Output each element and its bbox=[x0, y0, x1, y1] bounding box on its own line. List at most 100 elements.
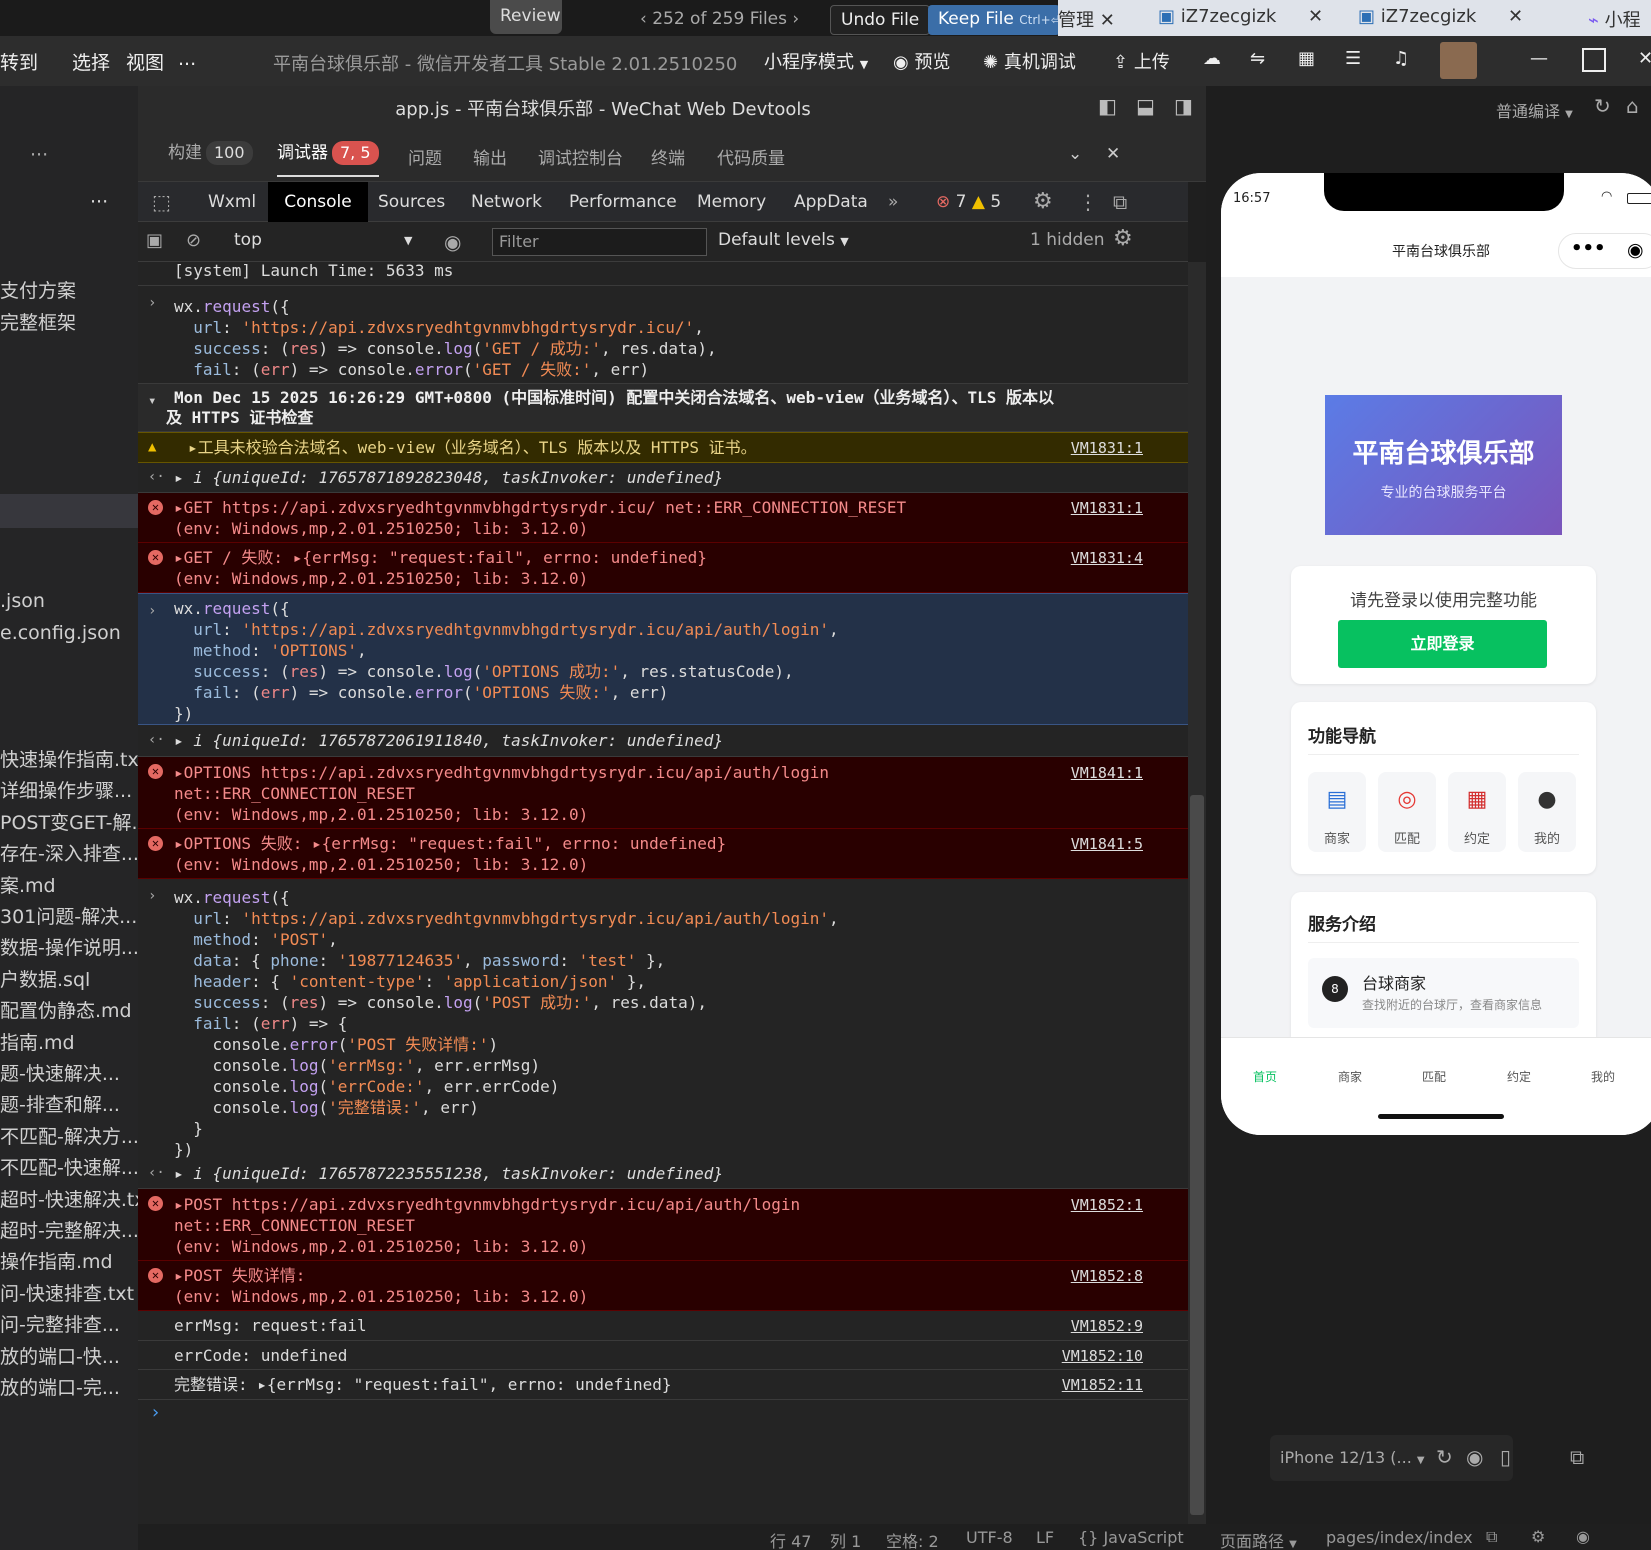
undo-file-button[interactable]: Undo File bbox=[830, 5, 931, 35]
rotate-icon[interactable]: ↻ bbox=[1436, 1445, 1453, 1469]
console-return-value[interactable]: ‹· ▸ i {uniqueId: 17657872061911840, tas… bbox=[138, 725, 1188, 757]
prev-file-icon[interactable]: ‹ bbox=[640, 9, 652, 29]
source-link[interactable]: VM1852:9 bbox=[1071, 1315, 1143, 1337]
upload-button[interactable]: ⇪ 上传 bbox=[1113, 48, 1170, 74]
selected-row[interactable] bbox=[0, 494, 138, 528]
bell-icon[interactable]: ♫ bbox=[1393, 48, 1409, 69]
error-count[interactable]: ⊗ 7 ▲ 5 bbox=[936, 182, 1001, 222]
file-item[interactable]: 配置伪静态.md bbox=[0, 996, 132, 1023]
review-button[interactable]: Review bbox=[490, 0, 562, 34]
tab-debugger[interactable]: 调试器 7, 5 bbox=[277, 138, 379, 177]
filter-input[interactable]: Filter bbox=[492, 228, 707, 256]
status-line[interactable]: 行 47 bbox=[770, 1528, 811, 1550]
tab-terminal[interactable]: 终端 bbox=[651, 144, 685, 169]
close-panel-icon[interactable]: ✕ bbox=[1106, 144, 1120, 164]
more-tabs-icon[interactable]: » bbox=[888, 182, 898, 222]
more-icon[interactable]: ••• bbox=[1571, 238, 1606, 259]
file-item[interactable]: 放的端口-快... bbox=[0, 1342, 120, 1369]
tab-code-quality[interactable]: 代码质量 bbox=[717, 144, 785, 169]
capsule-menu[interactable]: ••• ◉ bbox=[1558, 233, 1651, 269]
tabbar-profile[interactable]: 我的 bbox=[1591, 1068, 1615, 1085]
tab-network[interactable]: Network bbox=[471, 182, 542, 222]
browser-tab[interactable]: ⌁ 小程 bbox=[1588, 6, 1651, 36]
next-file-icon[interactable]: › bbox=[787, 9, 799, 29]
status-col[interactable]: 列 1 bbox=[830, 1528, 861, 1550]
source-link[interactable]: VM1831:1 bbox=[1071, 437, 1143, 459]
console-return-value[interactable]: ‹· ▸ i {uniqueId: 17657871892823048, tas… bbox=[138, 463, 1188, 493]
status-spaces[interactable]: 空格: 2 bbox=[886, 1528, 939, 1550]
toggle-sidebar-icon[interactable]: ◧ bbox=[1098, 94, 1117, 118]
source-link[interactable]: VM1852:8 bbox=[1071, 1265, 1143, 1287]
cloud-icon[interactable]: ☁ bbox=[1203, 48, 1221, 69]
tab-wxml[interactable]: Wxml bbox=[208, 182, 256, 222]
console-warning[interactable]: ▲ ▸工具未校验合法域名、web-view（业务域名）、TLS 版本以及 HTT… bbox=[138, 432, 1188, 463]
file-item[interactable]: 问-完整排查... bbox=[0, 1310, 120, 1337]
device-icon[interactable]: ▯ bbox=[1500, 1445, 1511, 1469]
service-item[interactable]: 8 台球商家 查找附近的台球厅，查看商家信息 bbox=[1308, 958, 1579, 1028]
console-log[interactable]: errMsg: request:fail VM1852:9 bbox=[138, 1311, 1188, 1341]
tabbar-appointment[interactable]: 约定 bbox=[1507, 1068, 1531, 1085]
file-item[interactable]: 不匹配-解决方... bbox=[0, 1122, 138, 1149]
source-link[interactable]: VM1852:11 bbox=[1062, 1374, 1143, 1396]
source-link[interactable]: VM1852:1 bbox=[1071, 1194, 1143, 1216]
tabbar-home[interactable]: 首页 bbox=[1253, 1068, 1277, 1085]
file-item[interactable]: 超时-完整解决... bbox=[0, 1216, 138, 1243]
file-item[interactable]: 支付方案 bbox=[0, 276, 76, 303]
compile-dropdown[interactable]: 普通编译 ▼ bbox=[1496, 98, 1573, 122]
tabbar-match[interactable]: 匹配 bbox=[1422, 1068, 1446, 1085]
tabbar-merchant[interactable]: 商家 bbox=[1338, 1068, 1362, 1085]
minimize-icon[interactable]: — bbox=[1530, 48, 1548, 69]
avatar[interactable] bbox=[1440, 42, 1477, 79]
status-encoding[interactable]: UTF-8 bbox=[966, 1528, 1013, 1547]
console-error[interactable]: ✕ ▸OPTIONS https://api.zdvxsryedhtgvnmvb… bbox=[138, 757, 1188, 829]
context-select[interactable]: top ▼ bbox=[234, 230, 414, 250]
file-item[interactable]: 快速操作指南.txt bbox=[0, 745, 138, 772]
menu-goto[interactable]: 转到 bbox=[0, 48, 38, 75]
tab-performance[interactable]: Performance bbox=[569, 182, 677, 222]
tab-build[interactable]: 构建 100 bbox=[168, 138, 253, 165]
console-error[interactable]: ✕ ▸GET / 失败: ▸{errMsg: "request:fail", e… bbox=[138, 543, 1188, 593]
console-error[interactable]: ✕ ▸OPTIONS 失败: ▸{errMsg: "request:fail",… bbox=[138, 829, 1188, 879]
cache-icon[interactable]: ⌂ bbox=[1626, 94, 1639, 118]
browser-tab[interactable]: ▣ iZ7zecgizk ✕ bbox=[1158, 6, 1338, 36]
file-item[interactable]: 放的端口-完... bbox=[0, 1373, 120, 1400]
tab-console[interactable]: Console bbox=[268, 182, 368, 222]
console-error[interactable]: ✕ ▸GET https://api.zdvxsryedhtgvnmvbhgdr… bbox=[138, 493, 1188, 543]
file-item[interactable]: 完整框架 bbox=[0, 308, 76, 335]
mode-dropdown[interactable]: 小程序模式 ▼ bbox=[764, 48, 868, 74]
console-log[interactable]: errCode: undefined VM1852:10 bbox=[138, 1341, 1188, 1370]
record-icon[interactable]: ◉ bbox=[1466, 1445, 1483, 1469]
console-return-value[interactable]: ‹· ▸ i {uniqueId: 17657872235551238, tas… bbox=[138, 1159, 1188, 1189]
popout-icon[interactable]: ⧉ bbox=[1570, 1445, 1584, 1469]
log-levels-dropdown[interactable]: Default levels ▼ bbox=[718, 230, 849, 250]
file-item[interactable]: 指南.md bbox=[0, 1028, 75, 1055]
undock-icon[interactable]: ⧉ bbox=[1113, 182, 1127, 222]
tab-output[interactable]: 输出 bbox=[473, 144, 507, 169]
console-error[interactable]: ✕ ▸POST 失败详情: (env: Windows,mp,2.01.2510… bbox=[138, 1261, 1188, 1311]
feature-match[interactable]: ◎ 匹配 bbox=[1378, 772, 1436, 852]
console-error[interactable]: ✕ ▸POST https://api.zdvxsryedhtgvnmvbhgd… bbox=[138, 1189, 1188, 1261]
close-window-icon[interactable]: ✕ bbox=[1638, 48, 1651, 69]
gear-icon[interactable]: ⚙ bbox=[1033, 182, 1053, 222]
file-item[interactable]: 数据-操作说明... bbox=[0, 933, 138, 960]
console-group-header[interactable]: ▾ Mon Dec 15 2025 16:26:29 GMT+0800 (中国标… bbox=[138, 384, 1188, 432]
menu-more[interactable]: ... bbox=[178, 48, 196, 70]
feature-merchant[interactable]: ▤ 商家 bbox=[1308, 772, 1366, 852]
close-mini-program-icon[interactable]: ◉ bbox=[1627, 239, 1644, 261]
real-debug-button[interactable]: ✺ 真机调试 bbox=[983, 48, 1076, 74]
tab-debug-console[interactable]: 调试控制台 bbox=[538, 144, 623, 169]
files-navigator[interactable]: ‹ 252 of 259 Files › bbox=[630, 3, 809, 35]
split-view-icon[interactable]: ◨ bbox=[1174, 94, 1193, 118]
menu-lines-icon[interactable]: ☰ bbox=[1345, 48, 1361, 69]
file-item[interactable]: e.config.json bbox=[0, 622, 121, 644]
file-item[interactable]: 301问题-解决... bbox=[0, 902, 137, 929]
source-link[interactable]: VM1831:4 bbox=[1071, 547, 1143, 569]
keep-file-button[interactable]: Keep File Ctrl+⏎ bbox=[928, 5, 1060, 35]
login-button[interactable]: 立即登录 bbox=[1338, 620, 1547, 668]
file-item[interactable]: POST变GET-解... bbox=[0, 808, 138, 835]
file-item[interactable]: 操作指南.md bbox=[0, 1247, 113, 1274]
console-output[interactable]: [system] Launch Time: 5633 ms › wx.reque… bbox=[138, 262, 1188, 1524]
source-link[interactable]: VM1841:1 bbox=[1071, 762, 1143, 784]
browser-tab[interactable]: ▣ iZ7zecgizk ✕ bbox=[1358, 6, 1538, 36]
file-item[interactable]: .json bbox=[0, 590, 45, 612]
